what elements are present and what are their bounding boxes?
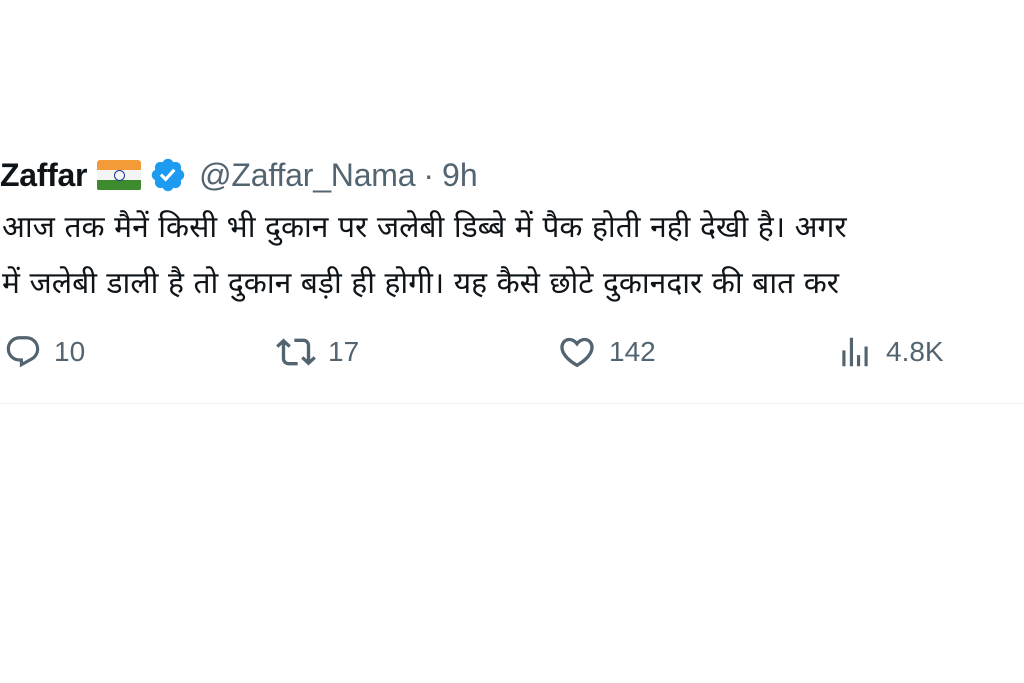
reply-button[interactable]: 10 [4,328,85,376]
retweet-icon [276,332,316,372]
retweet-button[interactable]: 17 [276,328,359,376]
author-display-name[interactable]: Zaffar [0,157,87,194]
tweet[interactable]: Zaffar @Zaffar_Nama · 9h आज तक मैनें किस… [0,0,1024,404]
reply-icon [4,333,42,371]
heart-icon [557,332,597,372]
separator-dot: · [423,156,435,193]
tweet-divider [0,403,1024,404]
verified-badge-icon[interactable] [149,156,187,194]
india-flag-icon [97,159,142,191]
like-button[interactable]: 142 [557,328,656,376]
tweet-timestamp[interactable]: 9h [442,157,478,194]
author-handle[interactable]: @Zaffar_Nama [199,157,415,194]
tweet-text-line: में जलेबी डाली है तो दुकान बड़ी ही होगी।… [2,266,840,301]
retweet-count: 17 [328,336,360,367]
tweet-text-line: आज तक मैनें किसी भी दुकान पर जलेबी डिब्ब… [2,210,847,245]
views-count: 4.8K [886,336,944,367]
reply-count: 10 [54,336,86,367]
tweet-header: Zaffar @Zaffar_Nama · 9h [0,152,478,198]
analytics-icon [836,333,874,371]
like-count: 142 [609,336,656,367]
tweet-text: आज तक मैनें किसी भी दुकान पर जलेबी डिब्ब… [2,200,1024,312]
tweet-actions: 10 17 142 4.8K [0,328,1024,376]
views-button[interactable]: 4.8K [836,328,944,376]
